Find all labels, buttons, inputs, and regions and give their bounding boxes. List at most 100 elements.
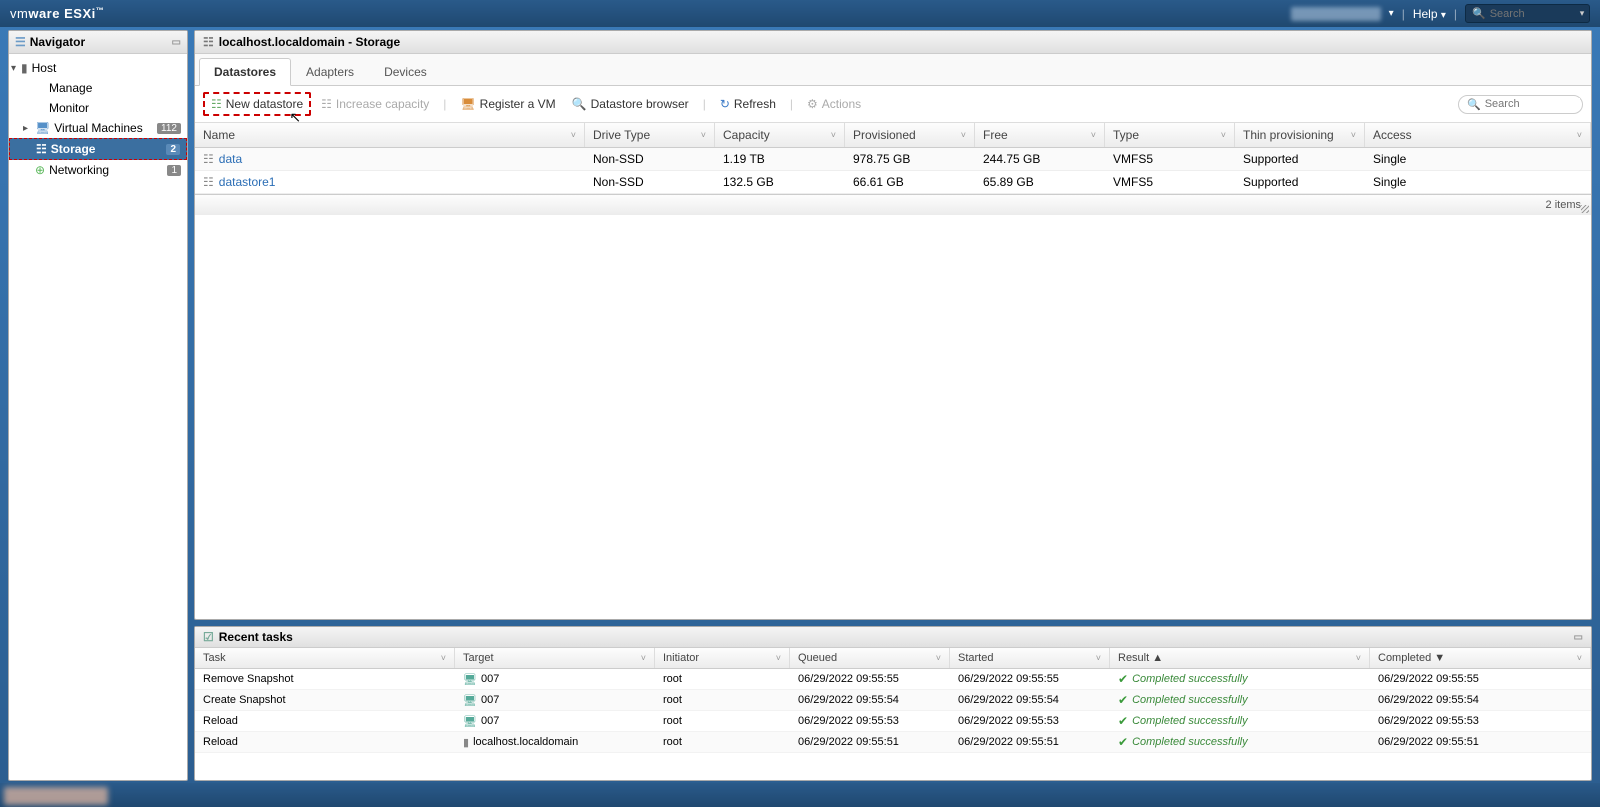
drive-type: Non-SSD [585, 148, 715, 170]
gear-icon: ⚙ [807, 97, 818, 111]
col-type[interactable]: Type˅ [1105, 123, 1235, 147]
datastore-icon: ☷ [203, 152, 214, 166]
vm-icon: 🖥 [463, 715, 477, 728]
task-started: 06/29/2022 09:55:51 [950, 732, 1110, 752]
task-target[interactable]: 🖥007 [455, 711, 655, 731]
tab-devices[interactable]: Devices [369, 58, 442, 85]
free: 65.89 GB [975, 171, 1105, 193]
panel-title: ☷ localhost.localdomain - Storage [195, 31, 1591, 54]
navigator-panel: ☰ Navigator ▭ ▾ ▮ Host Manage Monitor ▸ … [8, 30, 188, 781]
tcol-completed[interactable]: Completed ▼˅ [1370, 648, 1591, 668]
tcol-started[interactable]: Started˅ [950, 648, 1110, 668]
navigator-icon: ☰ [15, 35, 26, 49]
task-started: 06/29/2022 09:55:55 [950, 669, 1110, 689]
networking-icon: ⊕ [35, 163, 45, 177]
user-dropdown-caret[interactable]: ▾ [1389, 8, 1394, 19]
storage-panel: ☷ localhost.localdomain - Storage Datast… [194, 30, 1592, 620]
tab-adapters[interactable]: Adapters [291, 58, 369, 85]
task-initiator: root [655, 669, 790, 689]
task-name: Create Snapshot [195, 690, 455, 710]
navigator-title: ☰ Navigator ▭ [9, 31, 187, 54]
tcol-target[interactable]: Target˅ [455, 648, 655, 668]
search-dropdown-caret[interactable]: ▾ [1580, 8, 1585, 19]
col-provisioned[interactable]: Provisioned˅ [845, 123, 975, 147]
register-icon: 🖥 [460, 97, 475, 111]
table-row[interactable]: ☷dataNon-SSD1.19 TB978.75 GB244.75 GBVMF… [195, 148, 1591, 171]
datastore-icon: ☷ [203, 175, 214, 189]
bottom-bar [0, 783, 1600, 807]
datastore-browser-button[interactable]: 🔍 Datastore browser [566, 94, 695, 114]
task-queued: 06/29/2022 09:55:51 [790, 732, 950, 752]
global-search-input[interactable] [1490, 8, 1580, 20]
datastore-name[interactable]: ☷datastore1 [195, 171, 585, 193]
thin: Supported [1235, 171, 1365, 193]
grid-footer: 2 items [195, 194, 1591, 215]
task-target[interactable]: 🖥007 [455, 669, 655, 689]
nav-manage[interactable]: Manage [9, 78, 187, 98]
host-icon: ▮ [463, 736, 469, 749]
expand-icon[interactable]: ▾ [11, 63, 16, 74]
task-initiator: root [655, 690, 790, 710]
search-icon: 🔍 [1472, 7, 1486, 20]
refresh-button[interactable]: ↻ Refresh [714, 94, 782, 114]
capacity: 132.5 GB [715, 171, 845, 193]
task-queued: 06/29/2022 09:55:54 [790, 690, 950, 710]
datastore-toolbar: ☷ New datastore ↖ ☷ Increase capacity | … [195, 86, 1591, 123]
task-completed: 06/29/2022 09:55:55 [1370, 669, 1591, 689]
vm-icon: 🖥 [35, 121, 50, 135]
task-row[interactable]: Remove Snapshot🖥007root06/29/2022 09:55:… [195, 669, 1591, 690]
networking-count-badge: 1 [167, 165, 181, 176]
expand-icon[interactable]: ▸ [23, 123, 28, 134]
tasks-collapse-icon[interactable]: ▭ [1574, 632, 1583, 643]
table-row[interactable]: ☷datastore1Non-SSD132.5 GB66.61 GB65.89 … [195, 171, 1591, 194]
col-free[interactable]: Free˅ [975, 123, 1105, 147]
col-access[interactable]: Access˅ [1365, 123, 1591, 147]
task-row[interactable]: Reload🖥007root06/29/2022 09:55:5306/29/2… [195, 711, 1591, 732]
help-menu[interactable]: Help ▾ [1413, 7, 1446, 21]
increase-capacity-button: ☷ Increase capacity [315, 94, 435, 114]
task-row[interactable]: Create Snapshot🖥007root06/29/2022 09:55:… [195, 690, 1591, 711]
success-icon: ✔ [1118, 714, 1128, 728]
grid-search[interactable]: 🔍 [1458, 95, 1583, 114]
nav-networking[interactable]: ⊕ Networking 1 [9, 160, 187, 180]
nav-host[interactable]: ▾ ▮ Host [9, 58, 187, 78]
task-name: Reload [195, 711, 455, 731]
browser-icon: 🔍 [572, 97, 587, 111]
task-started: 06/29/2022 09:55:53 [950, 711, 1110, 731]
task-result: ✔Completed successfully [1110, 711, 1370, 731]
recent-tasks-title: ☑ Recent tasks ▭ [195, 627, 1591, 648]
task-target[interactable]: 🖥007 [455, 690, 655, 710]
nav-monitor[interactable]: Monitor [9, 98, 187, 118]
register-vm-button[interactable]: 🖥 Register a VM [454, 94, 561, 114]
task-queued: 06/29/2022 09:55:55 [790, 669, 950, 689]
tcol-queued[interactable]: Queued˅ [790, 648, 950, 668]
task-row[interactable]: Reload▮localhost.localdomainroot06/29/20… [195, 732, 1591, 753]
nav-virtual-machines[interactable]: ▸ 🖥 Virtual Machines 112 [9, 118, 187, 138]
type: VMFS5 [1105, 148, 1235, 170]
task-initiator: root [655, 732, 790, 752]
datastore-icon: ☷ [203, 35, 214, 49]
col-capacity[interactable]: Capacity˅ [715, 123, 845, 147]
redacted-patch [4, 787, 108, 805]
global-search[interactable]: 🔍 ▾ [1465, 4, 1590, 23]
task-completed: 06/29/2022 09:55:54 [1370, 690, 1591, 710]
navigator-collapse-icon[interactable]: ▭ [172, 37, 181, 48]
top-bar: vmware ESXi™ ▾ | Help ▾ | 🔍 ▾ [0, 0, 1600, 27]
grid-search-input[interactable] [1485, 98, 1580, 110]
tab-datastores[interactable]: Datastores [199, 58, 291, 86]
col-drive-type[interactable]: Drive Type˅ [585, 123, 715, 147]
type: VMFS5 [1105, 171, 1235, 193]
tcol-task[interactable]: Task˅ [195, 648, 455, 668]
nav-storage[interactable]: ☷ Storage 2 [9, 138, 187, 160]
product-logo: vmware ESXi™ [10, 6, 104, 21]
task-target[interactable]: ▮localhost.localdomain [455, 732, 655, 752]
tcol-initiator[interactable]: Initiator˅ [655, 648, 790, 668]
recent-tasks-panel: ☑ Recent tasks ▭ Task˅ Target˅ Initiator… [194, 626, 1592, 781]
datastore-name[interactable]: ☷data [195, 148, 585, 170]
col-thin[interactable]: Thin provisioning˅ [1235, 123, 1365, 147]
success-icon: ✔ [1118, 693, 1128, 707]
col-name[interactable]: Name˅ [195, 123, 585, 147]
new-datastore-button[interactable]: ☷ New datastore ↖ [203, 92, 311, 116]
tcol-result[interactable]: Result ▲˅ [1110, 648, 1370, 668]
success-icon: ✔ [1118, 735, 1128, 749]
